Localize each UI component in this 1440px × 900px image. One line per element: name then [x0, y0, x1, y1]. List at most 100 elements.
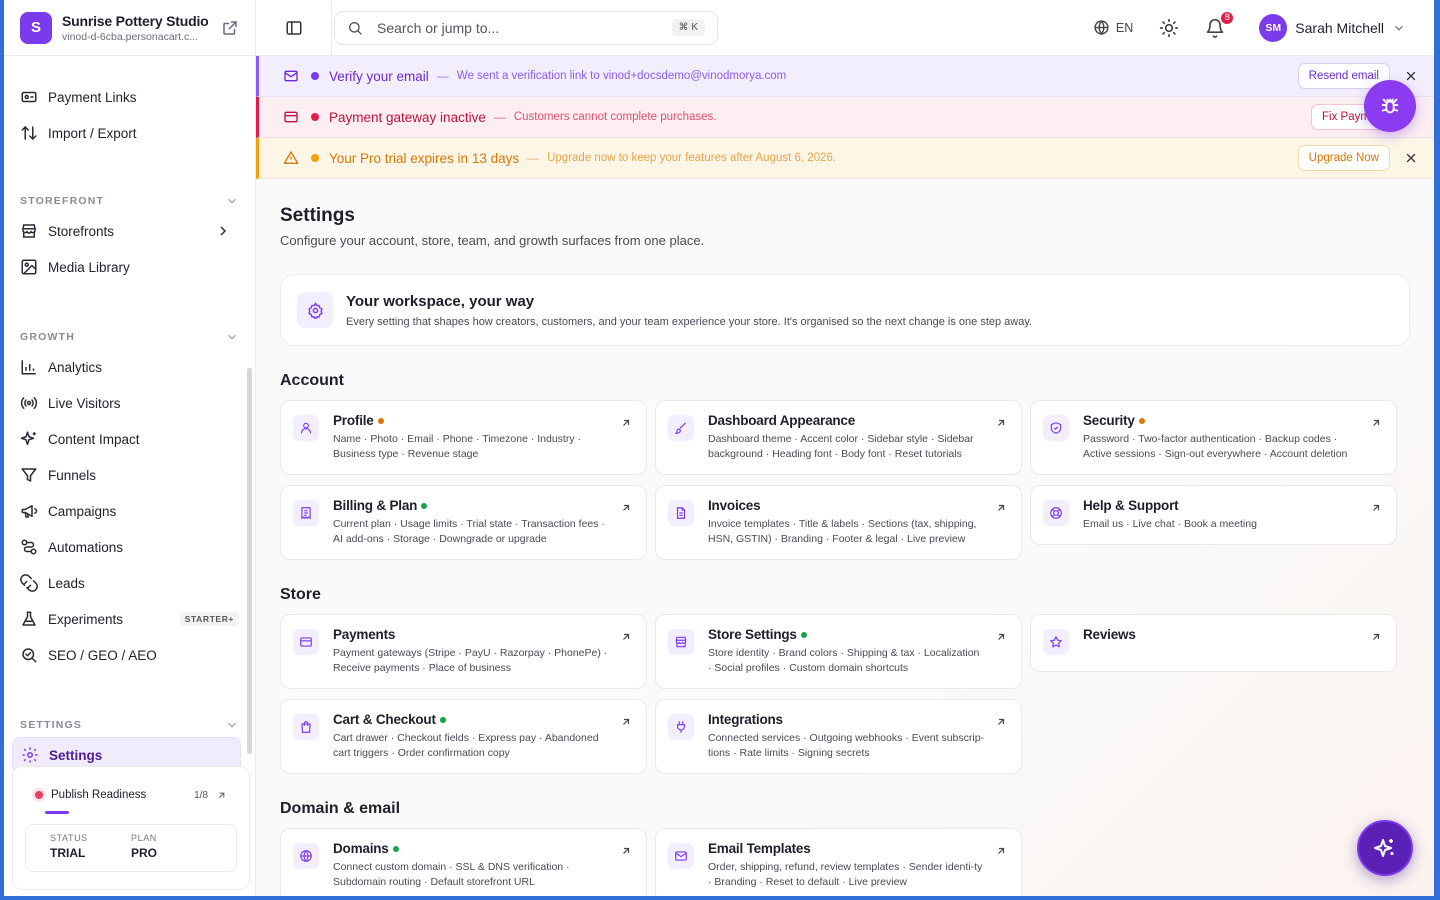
org-logo: S: [20, 11, 52, 44]
sidebar-item-media-library[interactable]: Media Library: [16, 249, 243, 285]
sidebar-toggle-button[interactable]: [256, 0, 332, 56]
star-icon: [1043, 629, 1069, 655]
card-description: Connected services · Outgoing webhooks ·…: [708, 732, 985, 759]
readiness-label: Publish Readiness: [51, 789, 147, 801]
search-box[interactable]: ⌘ K: [334, 10, 718, 45]
sidebar-item-storefronts[interactable]: Storefronts: [16, 213, 243, 249]
sidebar-item-experiments[interactable]: Experiments STARTER+: [16, 601, 243, 637]
search-input[interactable]: [377, 19, 672, 36]
publish-readiness-card[interactable]: Publish Readiness 1/8 STATUS TRIAL PLAN …: [12, 766, 250, 890]
section-growth[interactable]: GROWTH: [16, 325, 243, 349]
external-link-icon[interactable]: [221, 19, 239, 37]
status-ok-dot: [421, 502, 428, 509]
arrow-up-right-icon: [623, 633, 630, 640]
report-bug-button[interactable]: [1364, 80, 1416, 132]
chevron-down-icon: [228, 198, 236, 204]
ai-assistant-button[interactable]: [1357, 820, 1413, 876]
card-description: Connect custom domain · SSL & DNS verifi…: [333, 861, 570, 888]
sidebar-item-automations[interactable]: Automations: [16, 529, 243, 565]
banner-separator: —: [493, 110, 506, 124]
sidebar-item-label: Import / Export: [48, 125, 137, 141]
settings-card-cart-checkout[interactable]: Cart & Checkout Cart drawer · Checkout f…: [280, 699, 647, 774]
sparkle-icon: [20, 431, 36, 445]
banner-title: Your Pro trial expires in 13 days: [329, 150, 520, 166]
org-switcher[interactable]: S Sunrise Pottery Studio vinod-d-6cba.pe…: [4, 0, 255, 56]
banner-message: Upgrade now to keep your features after …: [547, 152, 837, 164]
settings-card-dashboard-appearance[interactable]: Dashboard Appearance Dashboard theme · A…: [655, 400, 1022, 475]
shopping-bag-icon: [293, 714, 319, 740]
radio-waves-icon: [20, 397, 38, 409]
card-description: Current plan · Usage limits · Trial stat…: [333, 518, 605, 545]
sidebar-scrollbar[interactable]: [247, 368, 252, 754]
sidebar-item-label: Leads: [48, 575, 85, 591]
card-description: Store identity · Brand colors · Shipping…: [708, 647, 980, 674]
banner-title: Verify your email: [329, 68, 429, 84]
workspace-title: Your workspace, your way: [346, 292, 535, 310]
arrow-up-right-icon: [998, 718, 1005, 725]
settings-card-domains[interactable]: Domains Connect custom domain · SSL & DN…: [280, 828, 647, 896]
settings-card-reviews[interactable]: Reviews: [1030, 614, 1397, 672]
avatar: SM: [1259, 13, 1288, 42]
upgrade-now-button[interactable]: Upgrade Now: [1297, 145, 1390, 171]
user-icon: [293, 415, 319, 441]
status-ok-dot: [800, 631, 807, 638]
close-icon[interactable]: [1404, 151, 1418, 165]
sidebar-item-label: Payment Links: [48, 89, 137, 105]
theme-toggle-button[interactable]: [1159, 18, 1179, 38]
sidebar-item-analytics[interactable]: Analytics: [16, 349, 243, 385]
sidebar-item-label: Campaigns: [48, 503, 117, 519]
section-settings[interactable]: SETTINGS: [16, 713, 243, 737]
chevron-down-icon: [228, 722, 236, 728]
settings-card-profile[interactable]: Profile Name · Photo · Email · Phone · T…: [280, 400, 647, 475]
arrow-up-right-icon: [623, 419, 630, 426]
sidebar-item-content-impact[interactable]: Content Impact: [16, 421, 243, 457]
link-card-icon: [21, 91, 37, 103]
settings-card-integrations[interactable]: Integrations Connected services · Outgoi…: [655, 699, 1022, 774]
sidebar-item-leads[interactable]: Leads: [16, 565, 243, 601]
status-label: STATUS: [50, 833, 88, 843]
readiness-progress-bar: [45, 811, 69, 814]
bug-icon: [1381, 98, 1399, 114]
language-label: EN: [1115, 20, 1134, 35]
page-subtitle: Configure your account, store, team, and…: [280, 233, 705, 248]
card-title: Email Templates: [708, 841, 811, 856]
lifebuoy-icon: [1043, 500, 1069, 526]
settings-card-invoices[interactable]: Invoices Invoice templates · Title & lab…: [655, 485, 1022, 560]
mail-icon: [668, 843, 694, 869]
sidebar-item-seo[interactable]: SEO / GEO / AEO: [16, 637, 243, 673]
settings-card-store-settings[interactable]: Store Settings Store identity · Brand co…: [655, 614, 1022, 689]
plan-status-box: STATUS TRIAL PLAN PRO: [25, 824, 237, 872]
search-shortcut: ⌘ K: [671, 19, 705, 36]
plug-icon: [668, 714, 694, 740]
banner-separator: —: [527, 151, 540, 165]
arrow-up-right-icon: [998, 633, 1005, 640]
language-switcher[interactable]: EN: [1093, 19, 1133, 36]
sidebar-item-label: Funnels: [48, 467, 97, 483]
sidebar-item-funnels[interactable]: Funnels: [16, 457, 243, 493]
close-icon[interactable]: [1404, 69, 1418, 83]
settings-card-payments[interactable]: Payments Payment gateways (Stripe · PayU…: [280, 614, 647, 689]
chevron-down-icon: [1395, 25, 1403, 31]
sidebar-item-label: Content Impact: [48, 431, 140, 447]
sidebar-item-import-export[interactable]: Import / Export: [16, 115, 243, 151]
card-title: Reviews: [1083, 627, 1136, 642]
paintbrush-icon: [668, 415, 694, 441]
settings-card-email-templates[interactable]: Email Templates Order, shipping, refund,…: [655, 828, 1022, 896]
settings-card-security[interactable]: Security Password · Two-factor authentic…: [1030, 400, 1397, 475]
section-storefront[interactable]: STOREFRONT: [16, 189, 243, 213]
search-check-icon: [22, 648, 37, 663]
sidebar-item-label: Automations: [48, 539, 124, 555]
bar-chart-icon: [21, 360, 36, 375]
sidebar-item-label: Live Visitors: [48, 395, 121, 411]
card-title: Domains: [333, 841, 389, 856]
user-menu[interactable]: SM Sarah Mitchell: [1259, 13, 1406, 42]
banner-status-dot: [311, 154, 319, 162]
settings-card-billing-plan[interactable]: Billing & Plan Current plan · Usage limi…: [280, 485, 647, 560]
settings-card-help-support[interactable]: Help & Support Email us · Live chat · Bo…: [1030, 485, 1397, 545]
sidebar-item-live-visitors[interactable]: Live Visitors: [16, 385, 243, 421]
sidebar-item-campaigns[interactable]: Campaigns: [16, 493, 243, 529]
arrows-up-down-icon: [21, 125, 37, 141]
magnet-icon: [20, 574, 38, 592]
notifications-button[interactable]: 8: [1205, 9, 1236, 38]
sidebar-item-payment-links[interactable]: Payment Links: [16, 79, 243, 115]
